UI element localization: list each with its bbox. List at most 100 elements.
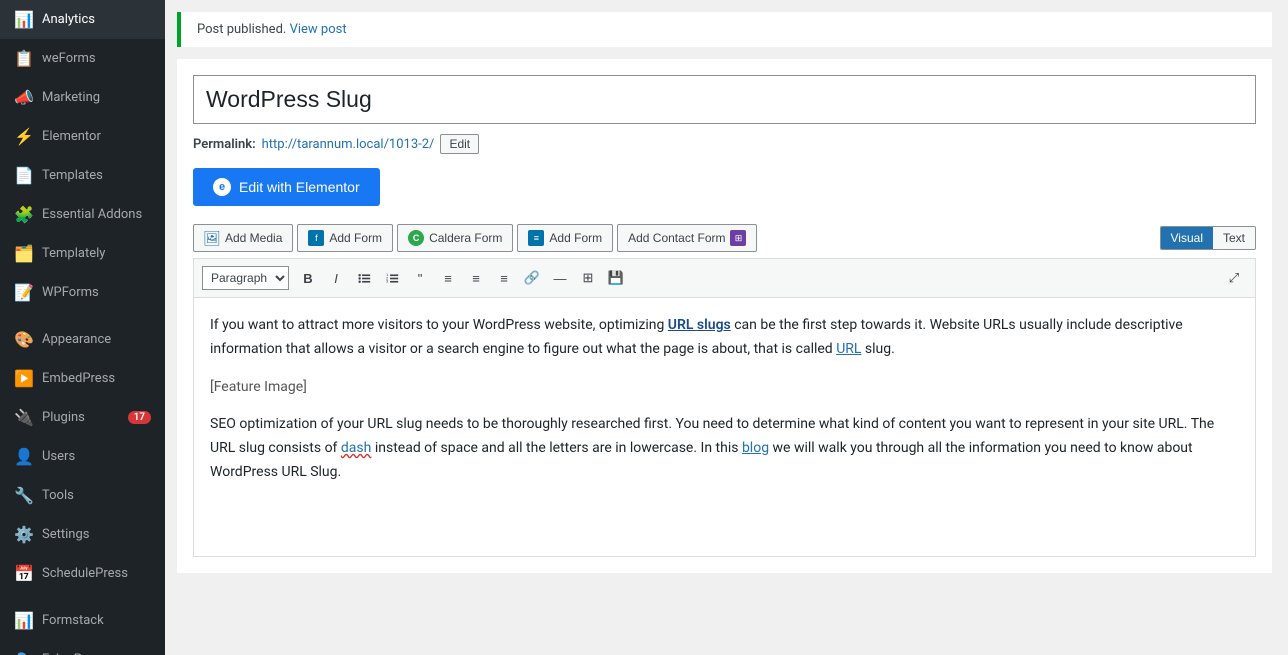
add-media-icon: 🖼 xyxy=(204,230,220,246)
bold-button[interactable]: B xyxy=(295,265,321,291)
sidebar-item-label: WPForms xyxy=(42,285,151,300)
sidebar-item-appearance[interactable]: 🎨 Appearance xyxy=(0,320,165,359)
url-link[interactable]: URL xyxy=(836,341,861,357)
content-feature-image: [Feature Image] xyxy=(210,376,1239,400)
sidebar-item-settings[interactable]: ⚙️ Settings xyxy=(0,515,165,554)
permalink-bar: Permalink: http://tarannum.local/1013-2/… xyxy=(193,134,1256,154)
sidebar-item-templately[interactable]: 🗂️ Templately xyxy=(0,234,165,273)
sidebar-item-formstack[interactable]: 📊 Formstack xyxy=(0,601,165,640)
sidebar-item-label: Formstack xyxy=(42,613,151,628)
add-media-button[interactable]: 🖼 Add Media xyxy=(193,224,293,252)
sidebar-item-label: Marketing xyxy=(42,90,151,105)
horizontal-rule-button[interactable]: — xyxy=(547,265,573,291)
text-tab[interactable]: Text xyxy=(1213,227,1255,249)
plugins-icon: 🔌 xyxy=(14,408,34,427)
align-center-button[interactable]: ≡ xyxy=(463,265,489,291)
visual-tab[interactable]: Visual xyxy=(1161,227,1213,249)
sidebar-item-elementor[interactable]: ⚡ Elementor xyxy=(0,117,165,156)
sidebar: 📊 Analytics 📋 weForms 📣 Marketing ⚡ Elem… xyxy=(0,0,165,655)
sidebar-item-label: weForms xyxy=(42,51,151,66)
unordered-list-button[interactable] xyxy=(351,265,377,291)
align-right-button[interactable]: ≡ xyxy=(491,265,517,291)
sidebar-item-embedpress[interactable]: ▶️ EmbedPress xyxy=(0,359,165,398)
add-contact-form-button[interactable]: Add Contact Form ⊞ xyxy=(617,224,757,252)
sidebar-item-label: Settings xyxy=(42,527,151,542)
expand-button[interactable]: ⤢ xyxy=(1221,265,1247,291)
sidebar-item-wpforms[interactable]: 📝 WPForms xyxy=(0,273,165,312)
sidebar-item-label: Essential Addons xyxy=(42,207,151,222)
add-form-icon: f xyxy=(308,230,324,246)
sidebar-item-schedulepress[interactable]: 📅 SchedulePress xyxy=(0,554,165,593)
add-form2-button[interactable]: ≡ Add Form xyxy=(517,224,613,252)
marketing-icon: 📣 xyxy=(14,88,34,107)
notice-bar: Post published. View post xyxy=(177,12,1272,47)
sidebar-item-label: EmbedPress xyxy=(42,371,151,386)
caldera-form-label: Caldera Form xyxy=(429,231,502,245)
add-form2-icon: ≡ xyxy=(528,230,544,246)
sidebar-item-plugins[interactable]: 🔌 Plugins 17 xyxy=(0,398,165,437)
editor-content-area[interactable]: If you want to attract more visitors to … xyxy=(193,297,1256,557)
permalink-label: Permalink: xyxy=(193,137,256,152)
sidebar-item-users[interactable]: 👤 Users xyxy=(0,437,165,476)
sidebar-item-label: Users xyxy=(42,449,151,464)
add-form-label: Add Form xyxy=(329,231,382,245)
table-button[interactable]: ⊞ xyxy=(575,265,601,291)
sidebar-item-label: Analytics xyxy=(42,12,151,27)
blockquote-button[interactable]: " xyxy=(407,265,433,291)
sidebar-item-templates[interactable]: 📄 Templates xyxy=(0,156,165,195)
ordered-list-button[interactable]: 123 xyxy=(379,265,405,291)
permalink-url[interactable]: http://tarannum.local/1013-2/ xyxy=(262,137,435,152)
tools-icon: 🔧 xyxy=(14,486,34,505)
dash-link[interactable]: dash xyxy=(341,440,371,456)
post-title-input[interactable] xyxy=(193,75,1256,124)
add-contact-form-label: Add Contact Form xyxy=(628,231,725,245)
edit-with-elementor-button[interactable]: e Edit with Elementor xyxy=(193,168,380,206)
sidebar-item-weforms[interactable]: 📋 weForms xyxy=(0,39,165,78)
appearance-icon: 🎨 xyxy=(14,330,34,349)
sidebar-item-label: Tools xyxy=(42,488,151,503)
content-paragraph-1: If you want to attract more visitors to … xyxy=(210,314,1239,362)
caldera-form-button[interactable]: C Caldera Form xyxy=(397,224,513,252)
fakerpress-icon: 🎭 xyxy=(14,650,34,655)
view-tabs: Visual Text xyxy=(1160,226,1256,250)
caldera-icon: C xyxy=(408,230,424,246)
save-draft-button[interactable]: 💾 xyxy=(603,265,629,291)
sidebar-item-essential-addons[interactable]: 🧩 Essential Addons xyxy=(0,195,165,234)
users-icon: 👤 xyxy=(14,447,34,466)
sidebar-item-label: Appearance xyxy=(42,332,151,347)
analytics-icon: 📊 xyxy=(14,10,34,29)
sidebar-item-analytics[interactable]: 📊 Analytics xyxy=(0,0,165,39)
sidebar-item-fakerpress[interactable]: 🎭 FakerPress xyxy=(0,640,165,655)
essential-addons-icon: 🧩 xyxy=(14,205,34,224)
link-button[interactable]: 🔗 xyxy=(519,265,545,291)
plugins-badge: 17 xyxy=(128,411,151,424)
elementor-e-icon: e xyxy=(213,178,231,196)
align-left-button[interactable]: ≡ xyxy=(435,265,461,291)
paragraph-select[interactable]: Paragraph xyxy=(202,266,289,290)
format-toolbar: Paragraph B I 123 " ≡ ≡ ≡ 🔗 — ⊞ 💾 ⤢ xyxy=(193,258,1256,297)
notice-text: Post published. xyxy=(197,22,286,37)
sidebar-item-marketing[interactable]: 📣 Marketing xyxy=(0,78,165,117)
sidebar-item-label: Templately xyxy=(42,246,151,261)
sidebar-item-label: Templates xyxy=(42,168,151,183)
add-form2-label: Add Form xyxy=(549,231,602,245)
main-content: Post published. View post Permalink: htt… xyxy=(165,0,1288,655)
contact-form-icon: ⊞ xyxy=(730,230,746,246)
templates-icon: 📄 xyxy=(14,166,34,185)
italic-button[interactable]: I xyxy=(323,265,349,291)
url-slugs-link[interactable]: URL slugs xyxy=(668,317,731,333)
sidebar-item-label: Plugins xyxy=(42,410,120,425)
wpforms-icon: 📝 xyxy=(14,283,34,302)
sidebar-item-tools[interactable]: 🔧 Tools xyxy=(0,476,165,515)
content-paragraph-2: SEO optimization of your URL slug needs … xyxy=(210,413,1239,484)
svg-text:3: 3 xyxy=(386,278,389,283)
editor-container: Permalink: http://tarannum.local/1013-2/… xyxy=(177,59,1272,573)
settings-icon: ⚙️ xyxy=(14,525,34,544)
add-form-button[interactable]: f Add Form xyxy=(297,224,393,252)
sidebar-item-label: Elementor xyxy=(42,129,151,144)
permalink-edit-button[interactable]: Edit xyxy=(440,134,479,154)
embedpress-icon: ▶️ xyxy=(14,369,34,388)
editor-toolbar-row: 🖼 Add Media f Add Form C Caldera Form ≡ … xyxy=(193,224,1256,252)
view-post-link[interactable]: View post xyxy=(290,22,347,37)
blog-link[interactable]: blog xyxy=(742,440,769,456)
